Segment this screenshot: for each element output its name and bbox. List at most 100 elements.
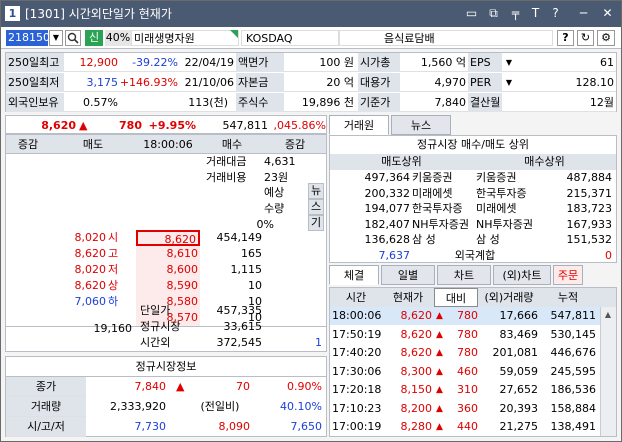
sell-qty: 497,364	[364, 171, 411, 184]
regular-value-a: 7,730	[134, 420, 167, 433]
info-grid: 250일최고 12,900 -39.22% 22/04/19 액면가 100 원 시가총 1,…	[5, 52, 617, 112]
info-rate: -39.22%	[132, 56, 178, 69]
info-value: 20 억	[326, 76, 354, 89]
trades-tab[interactable]: 일별	[381, 265, 435, 285]
trade-volume: 201,081	[492, 346, 539, 359]
vertical-scrollbar[interactable]	[600, 307, 616, 436]
buy-broker: 삼 성	[476, 233, 500, 246]
settings-gear-icon[interactable]: ⚙	[597, 30, 615, 46]
info-label: 주식수	[236, 93, 284, 112]
pin-icon[interactable]: ╤	[507, 5, 524, 22]
orderbook-column-header: 매수	[221, 138, 243, 151]
trade-diff: 360	[457, 401, 478, 415]
sell-broker: 삼 성	[412, 233, 436, 246]
info-value: 128.10	[575, 76, 615, 89]
close-icon[interactable]: ✕	[599, 5, 616, 22]
tab-broker[interactable]: 거래원	[329, 115, 389, 135]
ask-price: 8,590	[136, 278, 200, 294]
refresh-icon[interactable]: ↻	[577, 30, 594, 46]
trade-row: 17:40:20 8,620 ▲ 780 201,081 446,676	[330, 344, 616, 362]
trades-column-header: (외)거래량	[484, 291, 534, 304]
info-value: 19,896 천	[301, 96, 354, 109]
buy-qty: 487,884	[566, 171, 613, 184]
ref-price: 8,020	[74, 263, 107, 276]
buy-broker: 미래에셋	[476, 202, 517, 215]
stock-code-input[interactable]: 218150	[6, 30, 50, 46]
regular-value-c: 40.10%	[280, 400, 322, 413]
summary-label: 거래대금	[206, 155, 247, 168]
info-label: 250일최저	[6, 73, 64, 92]
info-value: 12월	[589, 96, 614, 109]
regular-value-b: 70	[236, 380, 250, 393]
trade-volume: 17,666	[499, 309, 539, 322]
ref-tag: 상	[108, 279, 119, 292]
buy-top-header: 매수상위	[473, 154, 616, 170]
trade-cumulative: 547,811	[550, 309, 597, 322]
up-triangle-icon: ▲	[436, 348, 443, 358]
copy-icon[interactable]: ⧉	[485, 5, 502, 22]
window-icon[interactable]: ▭	[463, 5, 480, 22]
buy-broker: NH투자증권	[476, 217, 533, 231]
minimize-icon[interactable]: ─	[575, 5, 592, 22]
expect-label: 예상	[264, 186, 285, 199]
trade-volume: 20,393	[499, 401, 539, 415]
trade-diff: 780	[457, 309, 478, 322]
title-bar: 1 [1301] 시간외단일가 현재가 ▭ ⧉ ╤ T ? ─ ✕	[1, 1, 621, 27]
side-tab-button[interactable]: 기	[308, 215, 324, 231]
info-value: 3,175	[86, 76, 119, 89]
scroll-up-icon[interactable]: ▲	[602, 309, 614, 321]
info-label: EPS	[468, 53, 502, 72]
trade-volume: 547,811	[222, 119, 269, 132]
trade-time: 17:50:19	[332, 327, 382, 341]
summary-label: 거래비용	[206, 171, 247, 184]
info-row: 외국인보유 0.57% 113(천) 주식수 19,896 천 기준가 7,840 결산월 12…	[6, 93, 616, 112]
bottom-value: 457,335	[216, 304, 263, 317]
help-button[interactable]: ?	[557, 30, 574, 46]
trade-volume: 59,059	[499, 364, 539, 378]
broker-title: 정규시장 매수/매도 상위	[417, 138, 529, 151]
trades-column-header: 누적	[557, 291, 579, 304]
trade-row: 17:30:06 8,300 ▲ 460 59,059 245,595	[330, 363, 616, 381]
trades-tab[interactable]: (외)차트	[493, 265, 551, 285]
trade-row: 18:00:06 8,620 ▲ 780 17,666 547,811	[330, 307, 616, 325]
trades-table: 시간 현재가 대비 (외)거래량 누적 18:00:06 8,620 ▲ 780 17,666 54…	[329, 287, 617, 437]
bottom-left-total: 19,160	[93, 322, 133, 335]
ref-tag: 하	[108, 295, 119, 308]
foreign-sell: 7,637	[378, 249, 411, 262]
ask-qty: 165	[241, 247, 262, 260]
help-icon[interactable]: ?	[547, 5, 564, 22]
trades-tab[interactable]: 주문	[553, 265, 583, 285]
price-rate: +9.95%	[148, 119, 196, 132]
sell-qty: 194,077	[364, 202, 411, 215]
dropdown-icon[interactable]: ▼	[502, 73, 516, 92]
code-dropdown-icon[interactable]: ▼	[49, 30, 63, 46]
trade-row: 17:00:19 8,280 ▲ 440 21,275 138,491	[330, 418, 616, 436]
regular-label: 시/고/저	[6, 417, 86, 437]
side-tab-button[interactable]: 뉴	[308, 183, 324, 199]
app-logo: 1	[5, 6, 20, 21]
foreign-buy: 0	[605, 249, 612, 262]
up-triangle-icon: ▲	[436, 422, 443, 432]
broker-table: 정규시장 매수/매도 상위 매도상위 매수상위 497,364 키움증권 키움증권 487,…	[329, 135, 617, 263]
info-rate: +146.93%	[119, 76, 178, 89]
ref-tag: 고	[108, 247, 119, 260]
trade-volume: 21,275	[499, 420, 539, 433]
trade-diff: 460	[457, 364, 478, 378]
regular-value-b: 8,090	[218, 420, 251, 433]
info-row: 250일최저 3,175 +146.93% 21/10/06 자본금 20 억 대용가 4,9…	[6, 73, 616, 92]
trade-cumulative: 446,676	[550, 346, 597, 359]
info-label: 시가총	[358, 53, 400, 72]
panel-title: 정규시장정보	[6, 357, 326, 377]
text-icon[interactable]: T	[527, 5, 544, 22]
side-tab-button[interactable]: 스	[308, 199, 324, 215]
tab-news[interactable]: 뉴스	[391, 115, 451, 135]
trades-tab[interactable]: 체결	[329, 265, 379, 285]
dropdown-icon[interactable]: ▼	[502, 53, 516, 72]
trades-tab[interactable]: 차트	[437, 265, 491, 285]
trade-price: 8,620	[400, 309, 433, 322]
bottom-label: 정규시장	[140, 320, 181, 333]
sell-broker: 미래에셋	[412, 186, 453, 200]
up-triangle-icon: ▲	[436, 366, 443, 377]
info-label: 액면가	[236, 53, 284, 72]
search-icon[interactable]	[65, 30, 81, 46]
